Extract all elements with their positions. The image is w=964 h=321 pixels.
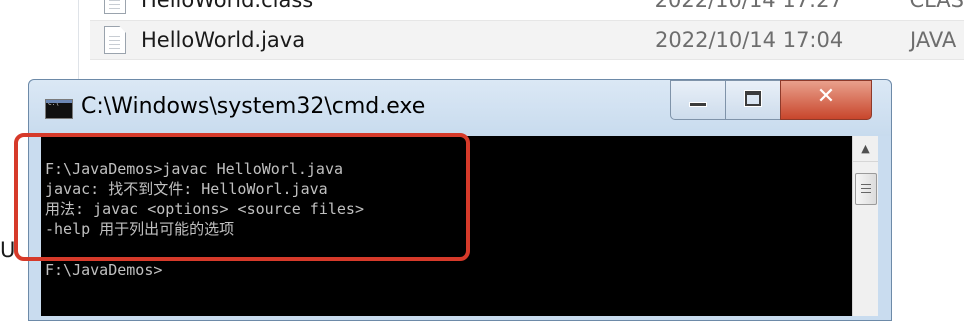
file-name: HelloWorld.class <box>140 0 314 12</box>
close-icon: ✕ <box>816 84 836 109</box>
maximize-button[interactable] <box>725 80 781 120</box>
file-date: 2022/10/14 17:27 <box>654 0 843 12</box>
document-icon <box>104 0 126 14</box>
highlight-box <box>14 133 470 261</box>
scroll-thumb[interactable] <box>855 173 877 205</box>
file-date: 2022/10/14 17:04 <box>655 28 844 52</box>
cmd-icon[interactable] <box>45 99 73 119</box>
document-icon <box>104 26 126 54</box>
cmd-titlebar[interactable]: C:\Windows\system32\cmd.exe ✕ <box>29 80 891 136</box>
file-name: HelloWorld.java <box>141 28 306 52</box>
scroll-up-arrow-icon[interactable]: ▲ <box>853 136 878 162</box>
file-row[interactable]: HelloWorld.java 2022/10/14 17:04 JAVA <box>90 20 964 60</box>
console-prompt[interactable]: F:\JavaDemos> <box>45 260 162 280</box>
window-title: C:\Windows\system32\cmd.exe <box>81 94 426 119</box>
file-type: CLAS <box>909 0 964 12</box>
vertical-scrollbar[interactable]: ▲ <box>852 136 878 316</box>
file-row[interactable]: HelloWorld.class 2022/10/14 17:27 CLAS <box>90 0 964 19</box>
close-button[interactable]: ✕ <box>780 80 872 120</box>
minimize-button[interactable] <box>670 80 726 120</box>
explorer-nav-pane <box>0 0 79 85</box>
file-type: JAVA <box>910 28 957 52</box>
